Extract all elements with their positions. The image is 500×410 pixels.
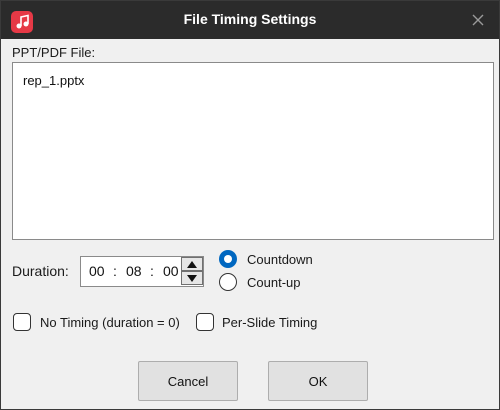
title-bar: File Timing Settings xyxy=(1,1,499,39)
decrement-button[interactable] xyxy=(181,271,203,285)
duration-label: Duration: xyxy=(12,263,69,279)
countdown-label: Countdown xyxy=(247,252,313,267)
increment-button[interactable] xyxy=(181,257,203,271)
time-separator: : xyxy=(113,263,117,279)
duration-seconds[interactable]: 00 xyxy=(163,263,179,279)
duration-minutes[interactable]: 08 xyxy=(126,263,142,279)
countup-radio[interactable] xyxy=(219,273,237,291)
countup-label: Count-up xyxy=(247,275,301,290)
triangle-up-icon xyxy=(187,261,197,268)
file-timing-dialog: File Timing Settings PPT/PDF File: rep_1… xyxy=(0,0,500,410)
no-timing-checkbox[interactable] xyxy=(13,313,31,331)
per-slide-timing-label: Per-Slide Timing xyxy=(222,315,318,330)
dialog-title: File Timing Settings xyxy=(183,11,317,27)
countdown-radio[interactable] xyxy=(219,250,237,268)
close-icon[interactable] xyxy=(467,9,489,31)
file-list[interactable]: rep_1.pptx xyxy=(12,62,494,240)
triangle-down-icon xyxy=(187,275,197,282)
file-label: PPT/PDF File: xyxy=(12,45,96,60)
time-separator: : xyxy=(150,263,154,279)
cancel-button[interactable]: Cancel xyxy=(138,361,238,401)
no-timing-label: No Timing (duration = 0) xyxy=(40,315,180,330)
duration-hours[interactable]: 00 xyxy=(89,263,105,279)
file-list-item[interactable]: rep_1.pptx xyxy=(23,73,84,88)
ok-button[interactable]: OK xyxy=(268,361,368,401)
per-slide-timing-checkbox[interactable] xyxy=(196,313,214,331)
